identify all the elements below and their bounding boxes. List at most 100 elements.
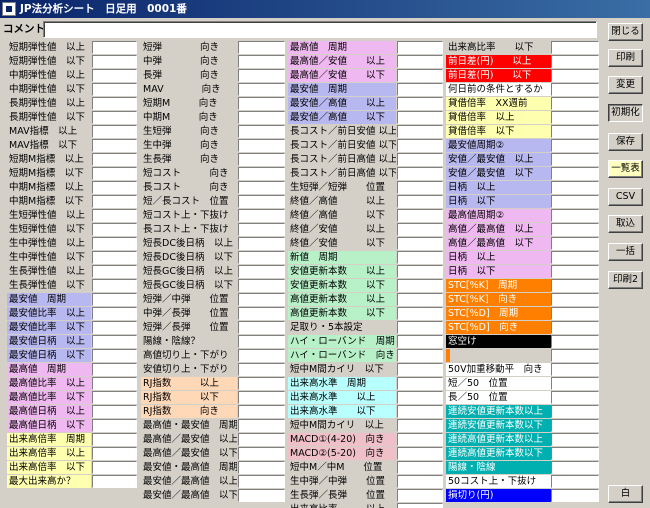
close-button[interactable]: 閉じる <box>608 23 643 41</box>
condition-label: 日柄 以下 <box>446 195 551 208</box>
condition-label: 安値／最安値 以上 <box>446 153 551 166</box>
condition-row: 50V加重移動平 向き <box>0 363 650 376</box>
condition-label: 長／50 位置 <box>446 391 551 404</box>
condition-value-field[interactable] <box>551 97 599 110</box>
condition-value-field[interactable] <box>551 111 599 124</box>
condition-row: 高値／最高値 以上 <box>0 223 650 236</box>
list-button[interactable]: 一覧表 <box>608 160 643 178</box>
condition-label: 貸借倍率 以下 <box>446 125 551 138</box>
condition-label: 日柄 以下 <box>446 265 551 278</box>
condition-row: 出来高比率 以上 <box>0 503 650 508</box>
condition-row: 短／50 位置 <box>0 377 650 390</box>
condition-row: 前日差(円) 以上 <box>0 55 650 68</box>
change-button[interactable]: 変更 <box>608 76 643 94</box>
condition-label: 貸借倍率 以上 <box>446 111 551 124</box>
condition-value-field[interactable] <box>551 153 599 166</box>
condition-row <box>0 349 650 362</box>
condition-value-field[interactable] <box>551 461 599 474</box>
condition-row: 貸借倍率 XX週前 <box>0 97 650 110</box>
app-icon[interactable] <box>2 2 16 16</box>
title-bar: JP法分析シート 日足用 0001番 <box>0 0 650 18</box>
white-button[interactable]: 白 <box>608 485 643 503</box>
csv-button[interactable]: CSV <box>608 188 643 206</box>
condition-label: 窓空け <box>446 335 551 348</box>
condition-row: 日柄 以下 <box>0 195 650 208</box>
save-button[interactable]: 保存 <box>608 133 643 151</box>
condition-label: 最高値周期② <box>446 209 551 222</box>
initialize-button[interactable]: 初期化 <box>608 104 643 122</box>
condition-value-field[interactable] <box>551 475 599 488</box>
condition-value-field[interactable] <box>551 279 599 292</box>
condition-value-field[interactable] <box>551 363 599 376</box>
condition-row: 何日前の条件とするか <box>0 83 650 96</box>
import-button[interactable]: 取込 <box>608 215 643 233</box>
print-button[interactable]: 印刷 <box>608 49 643 67</box>
condition-value-field[interactable] <box>551 41 599 54</box>
condition-row: 長／50 位置 <box>0 391 650 404</box>
condition-row: 日柄 以上 <box>0 181 650 194</box>
condition-value-field[interactable] <box>551 419 599 432</box>
condition-value-field[interactable] <box>551 181 599 194</box>
condition-value-field[interactable] <box>551 489 599 502</box>
condition-label: 高値／最高値 以下 <box>446 237 551 250</box>
condition-label: 前日差(円) 以上 <box>446 55 551 68</box>
condition-value-field[interactable] <box>397 503 443 508</box>
condition-label: 連続高値更新本数以下 <box>446 447 551 460</box>
condition-value-field[interactable] <box>551 377 599 390</box>
condition-label: 出来高比率 以下 <box>446 41 551 54</box>
condition-row: 連続高値更新本数以下 <box>0 447 650 460</box>
condition-row: 日柄 以上 <box>0 251 650 264</box>
condition-label: 何日前の条件とするか <box>446 83 551 96</box>
condition-row: 連続高値更新本数以上 <box>0 433 650 446</box>
condition-label: STC[%D] 周期 <box>446 307 551 320</box>
condition-row: 50コスト上・下抜け <box>0 475 650 488</box>
condition-row: 貸借倍率 以上 <box>0 111 650 124</box>
condition-row: 連続安値更新本数以上 <box>0 405 650 418</box>
condition-value-field[interactable] <box>551 391 599 404</box>
condition-value-field[interactable] <box>551 349 599 362</box>
condition-label: 最安値周期② <box>446 139 551 152</box>
comment-input[interactable] <box>43 21 597 38</box>
condition-label: 日柄 以上 <box>446 251 551 264</box>
condition-row: 高値／最高値 以下 <box>0 237 650 250</box>
condition-value-field[interactable] <box>551 307 599 320</box>
condition-row: 安値／最安値 以上 <box>0 153 650 166</box>
condition-value-field[interactable] <box>551 335 599 348</box>
condition-row: STC[%K] 周期 <box>0 279 650 292</box>
condition-value-field[interactable] <box>551 69 599 82</box>
condition-label: 出来高比率 以上 <box>288 503 396 508</box>
comment-label: コメント <box>3 23 45 35</box>
window-title: JP法分析シート 日足用 0001番 <box>20 3 187 15</box>
condition-value-field[interactable] <box>551 209 599 222</box>
condition-row: 陽線・陰線 <box>0 461 650 474</box>
condition-row: 出来高比率 以下 <box>0 41 650 54</box>
condition-row: 窓空け <box>0 335 650 348</box>
condition-value-field[interactable] <box>551 447 599 460</box>
condition-value-field[interactable] <box>551 83 599 96</box>
condition-row: STC[%D] 向き <box>0 321 650 334</box>
condition-value-field[interactable] <box>551 167 599 180</box>
condition-value-field[interactable] <box>551 195 599 208</box>
condition-label: 安値／最安値 以下 <box>446 167 551 180</box>
condition-value-field[interactable] <box>551 139 599 152</box>
condition-label: 損切り(円) <box>446 489 551 502</box>
condition-value-field[interactable] <box>551 265 599 278</box>
condition-label: 50コスト上・下抜け <box>446 475 551 488</box>
batch-button[interactable]: 一括 <box>608 243 643 261</box>
print2-button[interactable]: 印刷2 <box>608 271 643 289</box>
condition-row: 損切り(円) <box>0 489 650 502</box>
condition-value-field[interactable] <box>551 237 599 250</box>
condition-value-field[interactable] <box>551 321 599 334</box>
condition-value-field[interactable] <box>551 125 599 138</box>
condition-label: 短／50 位置 <box>446 377 551 390</box>
condition-value-field[interactable] <box>551 223 599 236</box>
condition-label: STC[%K] 周期 <box>446 279 551 292</box>
condition-value-field[interactable] <box>551 433 599 446</box>
condition-value-field[interactable] <box>551 251 599 264</box>
condition-value-field[interactable] <box>551 405 599 418</box>
condition-label: 連続高値更新本数以上 <box>446 433 551 446</box>
condition-row: 前日差(円) 以下 <box>0 69 650 82</box>
condition-value-field[interactable] <box>551 55 599 68</box>
condition-value-field[interactable] <box>551 293 599 306</box>
condition-label: STC[%K] 向き <box>446 293 551 306</box>
